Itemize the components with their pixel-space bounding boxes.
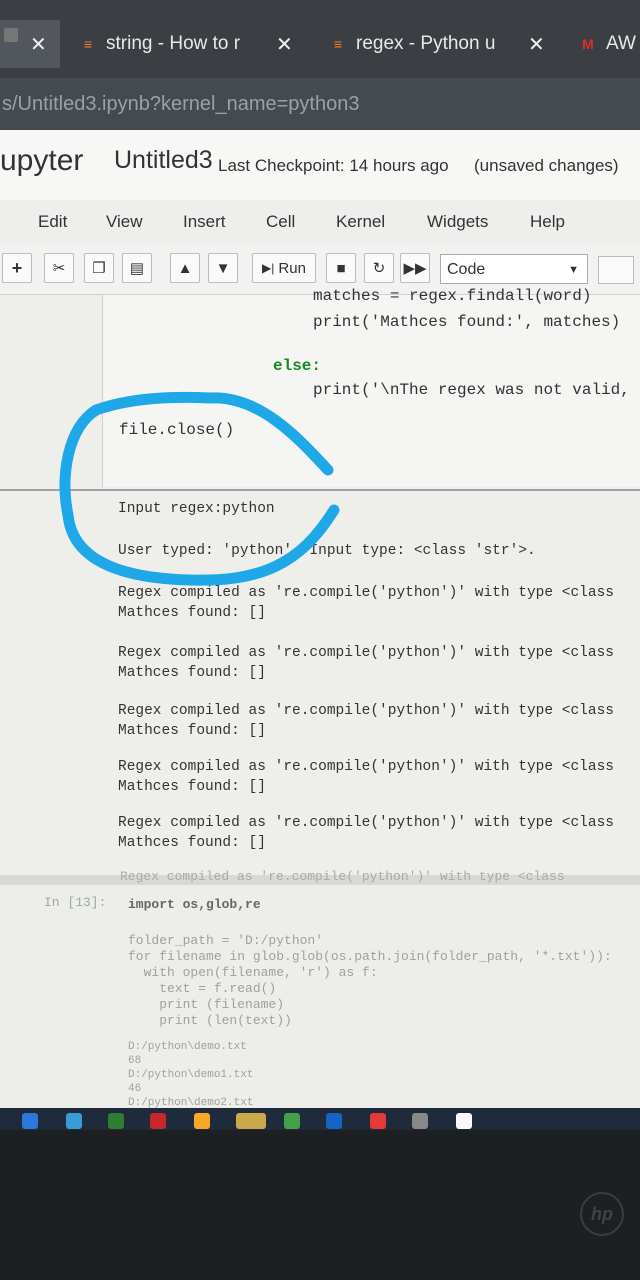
code-cell[interactable]: matches = regex.findall(word) print('Mat… [102, 287, 640, 487]
fast-forward-icon[interactable]: ▶▶ [400, 253, 430, 283]
code-line: folder_path = 'D:/python' [128, 933, 324, 948]
start-icon[interactable] [22, 1113, 38, 1129]
code-line: import os,glob,re [128, 897, 261, 912]
cell-type-value: Code [447, 261, 486, 278]
url-text: s/Untitled3.ipynb?kernel_name=python3 [2, 93, 360, 115]
output-found-line: Mathces found: [] [118, 779, 266, 795]
run-icon: ▶| [262, 261, 275, 275]
app-icon[interactable] [150, 1113, 166, 1129]
menu-cell[interactable]: Cell [266, 212, 295, 232]
plus-icon[interactable]: + [2, 253, 32, 283]
app-icon-active[interactable] [236, 1113, 266, 1129]
tab-favicon [4, 28, 18, 42]
output-typed-line: User typed: 'python'. Input type: <class… [118, 543, 536, 559]
output-compiled-line: Regex compiled as 're.compile('python')'… [118, 703, 614, 719]
cut-icon[interactable]: ✂ [44, 253, 74, 283]
code-line: text = f.read() [128, 981, 277, 996]
run-button[interactable]: ▶| Run [252, 253, 316, 283]
stackoverflow-icon: ≡ [83, 36, 93, 52]
paste-icon[interactable]: ▤ [122, 253, 152, 283]
run-label: Run [278, 259, 306, 277]
output-compiled-line: Regex compiled as 're.compile('python')'… [118, 815, 614, 831]
code-line: with open(filename, 'r') as f: [128, 965, 378, 980]
cell-divider [0, 489, 640, 491]
notebook-name[interactable]: Untitled3 [114, 146, 213, 175]
notebook-area: matches = regex.findall(word) print('Mat… [0, 287, 640, 1130]
app-icon[interactable] [284, 1113, 300, 1129]
output-input-line: Input regex:python [118, 501, 275, 517]
cell-output-line: 46 [128, 1083, 142, 1095]
address-bar[interactable]: s/Untitled3.ipynb?kernel_name=python3 [0, 78, 640, 130]
tab-title: string - How to r [106, 33, 241, 54]
code-line: for filename in glob.glob(os.path.join(f… [128, 949, 612, 964]
code-line: print('\nThe regex was not valid, [313, 381, 630, 399]
menu-widgets[interactable]: Widgets [427, 212, 488, 232]
browser-tab-2[interactable]: ≡ string - How to r ✕ [80, 20, 310, 68]
output-compiled-line: Regex compiled as 're.compile('python')'… [118, 759, 614, 775]
code-line: file.close() [119, 421, 235, 439]
screen: ✕ ≡ string - How to r ✕ ≡ regex - Python… [0, 0, 640, 1130]
code-cell-2[interactable]: In [13]: import os,glob,re folder_path =… [0, 885, 640, 1130]
code-line: print('Mathces found:', matches) [313, 313, 621, 331]
cell-output-line: 68 [128, 1055, 142, 1067]
folder-icon[interactable] [194, 1113, 210, 1129]
restart-icon[interactable]: ↻ [364, 253, 394, 283]
code-line: print (len(text)) [128, 1013, 292, 1028]
os-taskbar [0, 1108, 640, 1130]
menu-bar: Edit View Insert Cell Kernel Widgets Hel… [0, 200, 640, 245]
output-found-line: Mathces found: [] [118, 605, 266, 621]
stackoverflow-icon: ≡ [333, 36, 343, 52]
output-compiled-line: Regex compiled as 're.compile('python')'… [118, 585, 614, 601]
stop-icon[interactable]: ■ [326, 253, 356, 283]
cell-prompt: In [13]: [44, 895, 107, 910]
app-icon[interactable] [456, 1113, 472, 1129]
menu-edit[interactable]: Edit [38, 212, 67, 232]
cell-type-select[interactable]: Code ▼ [440, 254, 588, 284]
browser-tab-3[interactable]: ≡ regex - Python u ✕ [330, 20, 560, 68]
up-arrow-icon[interactable]: ▲ [170, 253, 200, 283]
down-arrow-icon[interactable]: ▼ [208, 253, 238, 283]
menu-help[interactable]: Help [530, 212, 565, 232]
code-line: matches = regex.findall(word) [313, 287, 592, 305]
unsaved-changes: (unsaved changes) [474, 156, 619, 175]
tab-close-icon[interactable]: ✕ [30, 32, 47, 57]
taskview-icon[interactable] [108, 1113, 124, 1129]
code-line: else: [273, 357, 322, 375]
output-compiled-line: Regex compiled as 're.compile('python')'… [118, 645, 614, 661]
app-icon[interactable] [412, 1113, 428, 1129]
menu-view[interactable]: View [106, 212, 143, 232]
keyboard-icon[interactable] [598, 256, 634, 284]
browser-tab-1[interactable]: ✕ [0, 20, 60, 68]
output-cutoff: Regex compiled as 're.compile('python')'… [0, 869, 640, 885]
search-icon[interactable] [66, 1113, 82, 1129]
app-icon[interactable] [370, 1113, 386, 1129]
browser-tab-4[interactable]: M AW [580, 20, 640, 68]
chevron-down-icon: ▼ [568, 264, 579, 276]
tab-title: AW [606, 33, 636, 54]
checkpoint-status: Last Checkpoint: 14 hours ago [218, 156, 449, 175]
hp-logo: hp [580, 1192, 624, 1236]
browser-tab-bar: ✕ ≡ string - How to r ✕ ≡ regex - Python… [0, 0, 640, 78]
output-found-line: Mathces found: [] [118, 665, 266, 681]
gmail-icon: M [582, 36, 594, 52]
tab-close-icon[interactable]: ✕ [276, 32, 293, 57]
app-icon[interactable] [326, 1113, 342, 1129]
cell-output-line: D:/python\demo1.txt [128, 1069, 254, 1081]
tab-title: regex - Python u [356, 33, 496, 54]
copy-icon[interactable]: ❐ [84, 253, 114, 283]
jupyter-logo[interactable]: upyter [0, 144, 83, 178]
jupyter-header: upyter Untitled3 Last Checkpoint: 14 hou… [0, 130, 640, 201]
output-cut-line: Regex compiled as 're.compile('python')'… [120, 869, 565, 884]
cell-output-line: D:/python\demo.txt [128, 1041, 247, 1053]
output-found-line: Mathces found: [] [118, 835, 266, 851]
code-line: print (filename) [128, 997, 285, 1012]
menu-kernel[interactable]: Kernel [336, 212, 385, 232]
tab-close-icon[interactable]: ✕ [528, 32, 545, 57]
menu-insert[interactable]: Insert [183, 212, 226, 232]
output-found-line: Mathces found: [] [118, 723, 266, 739]
